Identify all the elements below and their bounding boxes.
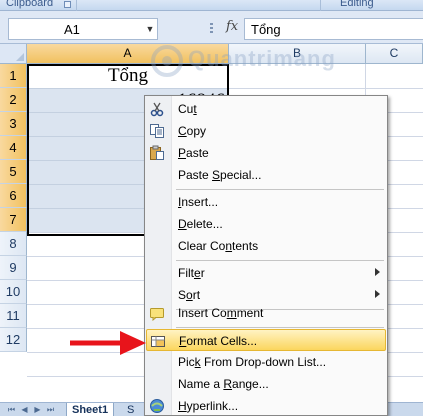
menu-item-clear-contents[interactable]: Clear Contents (146, 235, 386, 257)
menu-item-filter[interactable]: Filter (146, 262, 386, 284)
prev-sheet-icon[interactable]: ◀ (19, 404, 30, 415)
row-header-7[interactable]: 7 (0, 208, 27, 232)
row-header-1[interactable]: 1 (0, 64, 27, 88)
hyperlink-icon (149, 398, 165, 414)
ribbon-strip: Clipboard Editing (0, 0, 423, 11)
submenu-arrow-icon (375, 268, 380, 276)
row-header-8[interactable]: 8 (0, 232, 27, 256)
ribbon-group-editing: Editing (340, 0, 374, 9)
row-header-9[interactable]: 9 (0, 256, 27, 280)
menu-separator (176, 260, 384, 261)
menu-separator (176, 189, 384, 190)
first-sheet-icon[interactable]: ⏮ (6, 404, 17, 415)
menu-item-format-cells[interactable]: Format Cells... (146, 329, 386, 351)
context-menu: Cut Copy Paste Paste Special... Insert..… (144, 95, 388, 416)
copy-icon (149, 123, 165, 139)
menu-item-label: Name a Range... (178, 377, 269, 391)
menu-item-label: Clear Contents (178, 239, 259, 253)
submenu-arrow-icon (375, 290, 380, 298)
format-cells-icon (150, 333, 166, 349)
row-header-5[interactable]: 5 (0, 160, 27, 184)
comment-icon (149, 305, 165, 322)
menu-item-label: Hyperlink... (178, 399, 239, 413)
paste-icon (149, 145, 165, 161)
ribbon-divider (76, 0, 77, 11)
column-header-b[interactable]: B (229, 44, 366, 64)
column-header-c[interactable]: C (366, 44, 423, 64)
menu-separator (176, 327, 384, 328)
menu-item-insert[interactable]: Insert... (146, 191, 386, 213)
row-header-12[interactable]: 12 (0, 328, 27, 352)
menu-item-hyperlink[interactable]: Hyperlink... (146, 395, 386, 416)
name-box[interactable]: A1 ▼ (8, 18, 158, 40)
menu-item-insert-comment[interactable]: Insert Comment (146, 302, 386, 324)
row-header-10[interactable]: 10 (0, 280, 27, 304)
menu-item-label: Delete... (178, 217, 223, 231)
ribbon-divider (320, 0, 321, 11)
cell-a1[interactable]: Tổng (28, 64, 228, 88)
red-arrow-icon (70, 331, 146, 355)
menu-item-paste-special[interactable]: Paste Special... (146, 164, 386, 186)
resize-handle[interactable] (210, 23, 213, 35)
insert-function-button[interactable]: fx (226, 19, 238, 34)
row-header-11[interactable]: 11 (0, 304, 27, 328)
menu-item-label: Sort (178, 288, 201, 302)
menu-item-copy[interactable]: Copy (146, 120, 386, 142)
menu-item-label: Copy (178, 124, 207, 138)
sheet-tab-sheet2[interactable]: S (122, 403, 139, 416)
ribbon-group-clipboard: Clipboard (6, 0, 54, 9)
row-header-6[interactable]: 6 (0, 184, 27, 208)
next-sheet-icon[interactable]: ▶ (32, 404, 43, 415)
menu-item-label: Format Cells... (179, 334, 258, 348)
menu-item-label: Paste (178, 146, 209, 160)
column-header-a[interactable]: A (27, 44, 229, 64)
sheet-tab-sheet1[interactable]: Sheet1 (66, 403, 115, 416)
dialog-launcher-icon[interactable] (64, 1, 71, 8)
name-box-value: A1 (64, 22, 80, 37)
menu-item-label: Insert... (178, 195, 219, 209)
last-sheet-icon[interactable]: ⏭ (45, 404, 56, 415)
menu-item-label: Filter (178, 266, 205, 280)
menu-item-paste[interactable]: Paste (146, 142, 386, 164)
menu-item-cut[interactable]: Cut (146, 98, 386, 120)
formula-input[interactable]: Tổng (244, 18, 423, 40)
formula-value: Tổng (251, 22, 281, 37)
menu-item-delete[interactable]: Delete... (146, 213, 386, 235)
row-header-4[interactable]: 4 (0, 136, 27, 160)
menu-item-label: Pick From Drop-down List... (178, 355, 327, 369)
formula-bar: A1 ▼ fx Tổng (0, 11, 423, 44)
select-all-button[interactable] (0, 44, 27, 64)
menu-item-pick-from-list[interactable]: Pick From Drop-down List... (146, 351, 386, 373)
row-header-3[interactable]: 3 (0, 112, 27, 136)
chevron-down-icon[interactable]: ▼ (145, 24, 155, 34)
menu-item-label: Insert Comment (178, 306, 264, 320)
menu-item-name-range[interactable]: Name a Range... (146, 373, 386, 395)
menu-item-label: Paste Special... (178, 168, 262, 182)
scissors-icon (149, 101, 165, 117)
menu-item-label: Cut (178, 102, 197, 116)
row-header-2[interactable]: 2 (0, 88, 27, 112)
